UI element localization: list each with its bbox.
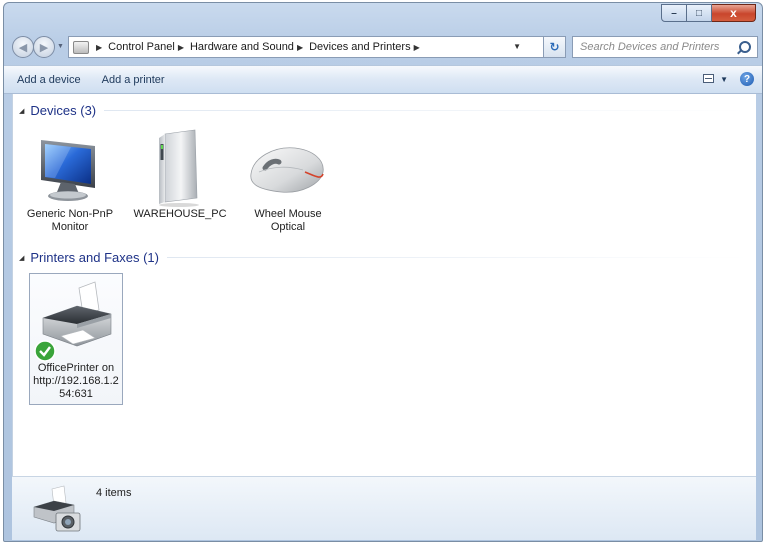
breadcrumb-label: Control Panel xyxy=(108,41,175,53)
collapse-triangle-icon[interactable]: ◢ xyxy=(19,107,24,115)
breadcrumb-chevron-icon[interactable]: ▶ xyxy=(297,43,303,52)
printer-camera-icon xyxy=(33,485,81,532)
breadcrumb-root: ▶ xyxy=(93,43,108,52)
add-device-button[interactable]: Add a device xyxy=(9,70,89,90)
monitor-icon xyxy=(41,140,95,201)
recent-pages-dropdown-icon[interactable]: ▼ xyxy=(57,43,64,50)
command-bar: Add a device Add a printer ▼ ? xyxy=(4,65,762,94)
search-icon[interactable] xyxy=(739,41,751,53)
group-divider xyxy=(167,257,749,258)
maximize-button[interactable]: □ xyxy=(687,4,712,22)
search-box[interactable] xyxy=(572,36,758,58)
computer-tower-icon xyxy=(159,129,199,207)
breadcrumb-label: Devices and Printers xyxy=(309,41,411,53)
address-bar[interactable]: ▶ Control Panel ▶ Hardware and Sound ▶ Dev… xyxy=(68,36,544,58)
help-button[interactable]: ? xyxy=(740,72,754,86)
breadcrumb-devices-and-printers[interactable]: Devices and Printers ▶ xyxy=(309,41,426,53)
minimize-button[interactable]: – xyxy=(661,4,687,22)
device-warehouse-pc[interactable]: WAREHOUSE_PC xyxy=(133,128,227,221)
devices-and-printers-window: – □ x ◀ ▶ ▼ ▶ Control Panel ▶ Hardware an… xyxy=(3,2,763,542)
breadcrumb-chevron-icon[interactable]: ▶ xyxy=(96,43,102,52)
collapse-triangle-icon[interactable]: ◢ xyxy=(19,254,24,262)
group-title: Devices (3) xyxy=(30,103,97,118)
forward-arrow-icon: ▶ xyxy=(39,41,49,54)
forward-button[interactable]: ▶ xyxy=(33,36,55,58)
device-label: 54:631 xyxy=(59,388,93,400)
search-input[interactable] xyxy=(578,40,742,54)
mouse-icon xyxy=(250,147,324,193)
title-bar: – □ x xyxy=(4,3,762,31)
device-label: Generic Non-PnP xyxy=(26,208,114,220)
details-pane: 4 items xyxy=(12,476,756,540)
back-arrow-icon: ◀ xyxy=(18,41,28,54)
device-list-pane: ◢ Devices (3) Generic Non-PnP Monitor WA… xyxy=(12,94,756,476)
device-label: Wheel Mouse xyxy=(254,208,322,220)
device-label: OfficePrinter on xyxy=(37,362,115,374)
checkmark-badge-icon xyxy=(34,340,56,362)
refresh-button[interactable]: ↻ xyxy=(544,36,566,58)
breadcrumb-chevron-icon[interactable]: ▶ xyxy=(414,43,420,52)
device-generic-monitor[interactable]: Generic Non-PnP Monitor xyxy=(23,128,117,234)
breadcrumb-label: Hardware and Sound xyxy=(189,41,294,53)
device-wheel-mouse[interactable]: Wheel Mouse Optical xyxy=(241,128,335,234)
control-panel-icon xyxy=(73,40,89,54)
group-header-devices[interactable]: ◢ Devices (3) xyxy=(19,103,749,118)
group-title: Printers and Faxes (1) xyxy=(30,250,159,265)
caption-buttons: – □ x xyxy=(661,4,756,22)
refresh-icon: ↻ xyxy=(549,40,560,54)
add-printer-button[interactable]: Add a printer xyxy=(94,70,173,90)
device-label: Monitor xyxy=(51,221,89,233)
group-header-printers-and-faxes[interactable]: ◢ Printers and Faxes (1) xyxy=(19,250,749,265)
breadcrumb-control-panel[interactable]: Control Panel ▶ xyxy=(108,41,190,53)
device-label: WAREHOUSE_PC xyxy=(133,208,227,220)
breadcrumb-hardware-and-sound[interactable]: Hardware and Sound ▶ xyxy=(190,41,309,53)
address-history-dropdown-icon[interactable]: ▼ xyxy=(513,42,521,51)
breadcrumb-chevron-icon[interactable]: ▶ xyxy=(178,43,184,52)
device-office-printer[interactable]: OfficePrinter on http://192.168.1.2 54:6… xyxy=(29,273,123,405)
item-count: 4 items xyxy=(96,487,132,499)
close-button[interactable]: x xyxy=(712,4,756,22)
navigation-bar: ◀ ▶ ▼ ▶ Control Panel ▶ Hardware and Soun… xyxy=(4,34,762,62)
view-options-dropdown-icon[interactable]: ▼ xyxy=(720,75,728,84)
back-button[interactable]: ◀ xyxy=(12,36,34,58)
group-divider xyxy=(104,110,749,111)
change-view-icon[interactable] xyxy=(703,74,714,83)
device-label: Optical xyxy=(270,221,306,233)
device-label: http://192.168.1.2 xyxy=(33,375,119,387)
